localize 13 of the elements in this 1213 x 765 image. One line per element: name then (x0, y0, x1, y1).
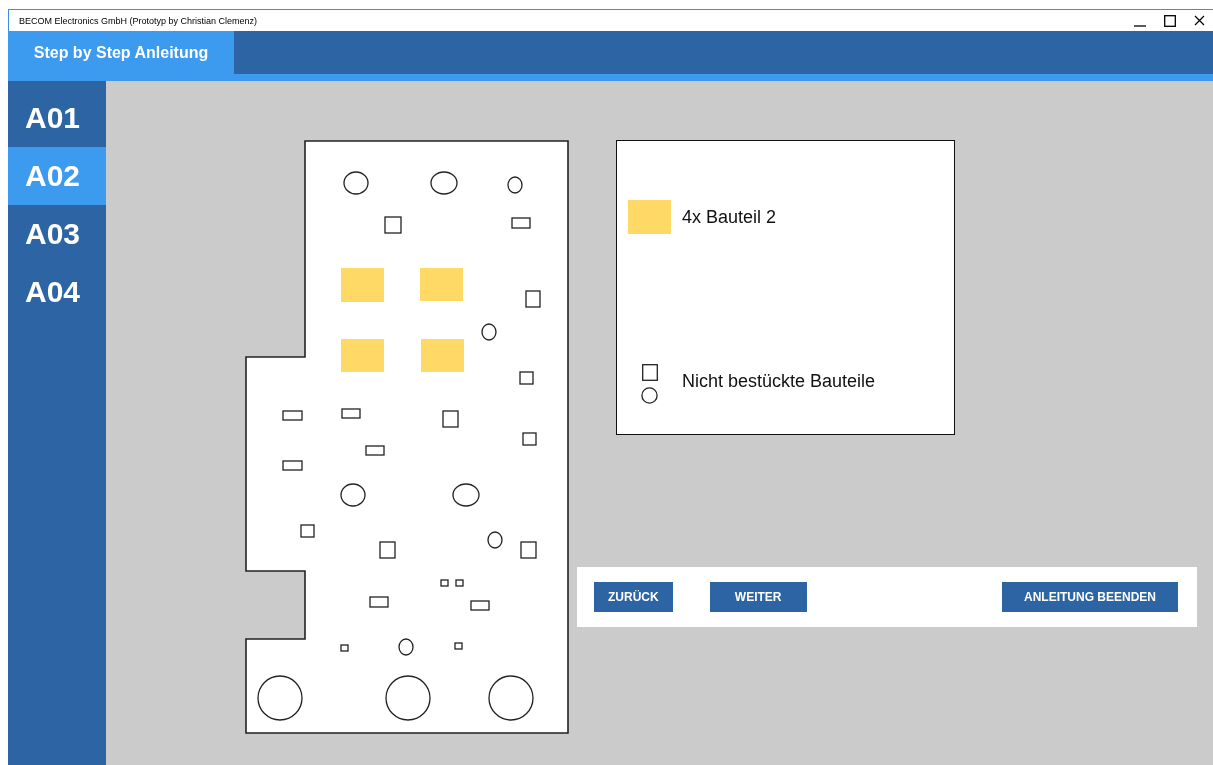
maximize-icon[interactable] (1164, 14, 1176, 27)
step-item[interactable]: A01 (8, 89, 106, 147)
nav-button[interactable]: ZURÜCK (594, 582, 673, 612)
close-icon[interactable] (1194, 15, 1205, 26)
square-outline-icon (641, 364, 658, 381)
nav-button[interactable]: ANLEITUNG BEENDEN (1002, 582, 1178, 612)
window-title: BECOM Electronics GmbH (Prototyp by Christian Clemenz) (18, 15, 258, 26)
legend-label: Nicht bestückte Bauteile (682, 371, 876, 392)
circle-outline-icon (641, 387, 658, 404)
step-item[interactable]: A04 (8, 263, 106, 321)
nav-button[interactable]: WEITER (709, 582, 807, 612)
step-item[interactable]: A03 (8, 205, 106, 263)
legend-label: 4x Bauteil 2 (682, 206, 777, 228)
